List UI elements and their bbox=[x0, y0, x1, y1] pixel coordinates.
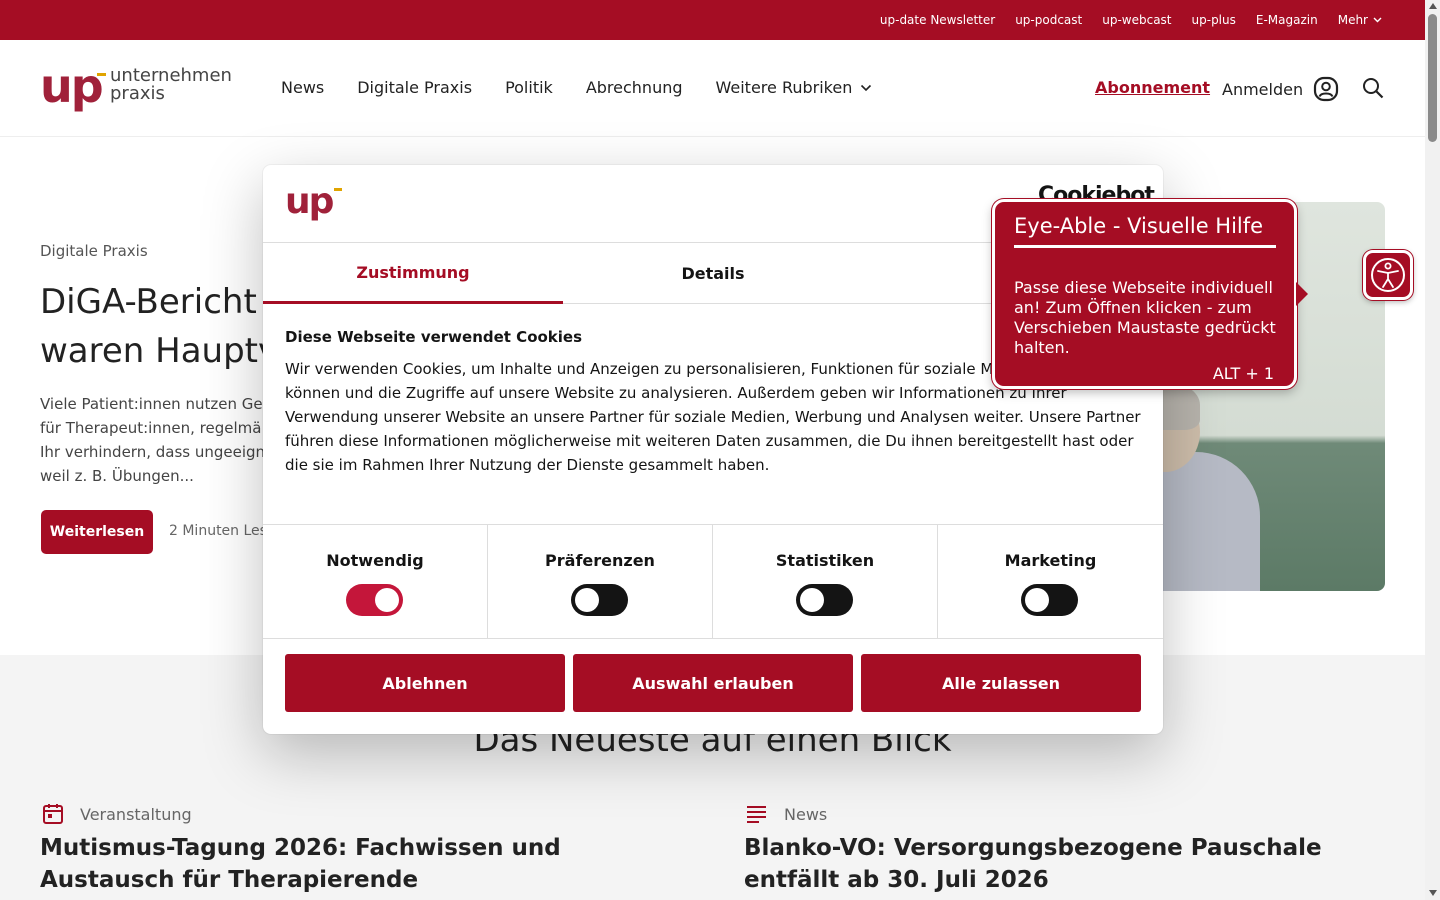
tooltip-arrow bbox=[1296, 282, 1308, 306]
eyeable-title: Eye-Able - Visuelle Hilfe bbox=[1014, 214, 1276, 248]
category-marketing: Marketing bbox=[938, 525, 1163, 638]
top-link-more[interactable]: Mehr bbox=[1338, 13, 1382, 27]
eyeable-shortcut: ALT + 1 bbox=[1212, 364, 1274, 383]
decline-button[interactable]: Ablehnen bbox=[285, 654, 565, 712]
cookie-site-logo: up bbox=[285, 181, 334, 222]
main-nav: News Digitale Praxis Politik Abrechnung … bbox=[281, 78, 872, 97]
nav-politik[interactable]: Politik bbox=[505, 78, 553, 97]
category-preferences: Präferenzen bbox=[488, 525, 713, 638]
login-button[interactable]: Anmelden bbox=[1222, 76, 1339, 102]
category-label: Statistiken bbox=[775, 551, 875, 570]
site-header: up unternehmen praxis News Digitale Prax… bbox=[0, 40, 1425, 137]
scroll-thumb[interactable] bbox=[1428, 14, 1437, 142]
subscription-link[interactable]: Abonnement bbox=[1095, 78, 1210, 97]
accessibility-icon bbox=[1371, 258, 1405, 292]
category-label: Präferenzen bbox=[545, 551, 655, 570]
toggle-marketing[interactable] bbox=[1021, 584, 1078, 616]
toggle-knob bbox=[1025, 588, 1049, 612]
top-link-emagazin[interactable]: E-Magazin bbox=[1256, 13, 1318, 27]
nav-weitere-rubriken[interactable]: Weitere Rubriken bbox=[716, 78, 873, 97]
search-icon[interactable] bbox=[1361, 76, 1385, 100]
toggle-knob bbox=[575, 588, 599, 612]
tab-zustimmung[interactable]: Zustimmung bbox=[263, 243, 563, 304]
logo-accent bbox=[97, 73, 106, 76]
nav-more-label: Weitere Rubriken bbox=[715, 78, 853, 97]
cookie-categories: Notwendig Präferenzen Statistiken Market… bbox=[263, 524, 1163, 639]
cookie-heading: Diese Webseite verwendet Cookies bbox=[285, 328, 583, 346]
nav-digitale-praxis[interactable]: Digitale Praxis bbox=[357, 78, 472, 97]
top-more-label: Mehr bbox=[1337, 13, 1368, 27]
category-necessary: Notwendig bbox=[263, 525, 488, 638]
toggle-necessary[interactable] bbox=[346, 584, 403, 616]
user-icon bbox=[1314, 76, 1339, 102]
toggle-preferences[interactable] bbox=[571, 584, 628, 616]
eyeable-tooltip[interactable]: Eye-Able - Visuelle Hilfe Passe diese We… bbox=[992, 199, 1308, 389]
toggle-knob bbox=[375, 588, 399, 612]
page-scrollbar[interactable] bbox=[1425, 0, 1440, 900]
chevron-down-icon bbox=[1373, 17, 1382, 23]
top-link-up-plus[interactable]: up-plus bbox=[1192, 13, 1236, 27]
top-bar: up-date Newsletter up-podcast up-webcast… bbox=[0, 0, 1425, 40]
top-link-webcast[interactable]: up-webcast bbox=[1102, 13, 1171, 27]
tab-details[interactable]: Details bbox=[563, 243, 863, 304]
chevron-down-icon bbox=[861, 84, 872, 91]
category-label: Notwendig bbox=[326, 551, 424, 570]
allow-all-button[interactable]: Alle zulassen bbox=[861, 654, 1141, 712]
category-statistics: Statistiken bbox=[713, 525, 938, 638]
toggle-statistics[interactable] bbox=[796, 584, 853, 616]
accessibility-button[interactable] bbox=[1363, 250, 1413, 300]
top-link-podcast[interactable]: up-podcast bbox=[1015, 13, 1082, 27]
logo-accent bbox=[334, 188, 342, 191]
nav-news[interactable]: News bbox=[281, 78, 324, 97]
category-label: Marketing bbox=[1004, 551, 1097, 570]
nav-abrechnung[interactable]: Abrechnung bbox=[586, 78, 683, 97]
toggle-knob bbox=[800, 588, 824, 612]
scroll-down-icon[interactable] bbox=[1429, 890, 1437, 896]
top-link-newsletter[interactable]: up-date Newsletter bbox=[880, 13, 995, 27]
logo-mark: up bbox=[40, 59, 104, 113]
logo-word-2: praxis bbox=[110, 83, 165, 104]
cookie-actions: Ablehnen Auswahl erlauben Alle zulassen bbox=[285, 654, 1141, 712]
eyeable-text: Passe diese Webseite individuell an! Zum… bbox=[1014, 278, 1276, 357]
allow-selection-button[interactable]: Auswahl erlauben bbox=[573, 654, 853, 712]
scroll-up-icon[interactable] bbox=[1429, 3, 1437, 9]
site-logo[interactable]: up unternehmen praxis bbox=[40, 62, 240, 114]
login-label: Anmelden bbox=[1222, 79, 1304, 99]
top-links: up-date Newsletter up-podcast up-webcast… bbox=[880, 0, 1382, 40]
